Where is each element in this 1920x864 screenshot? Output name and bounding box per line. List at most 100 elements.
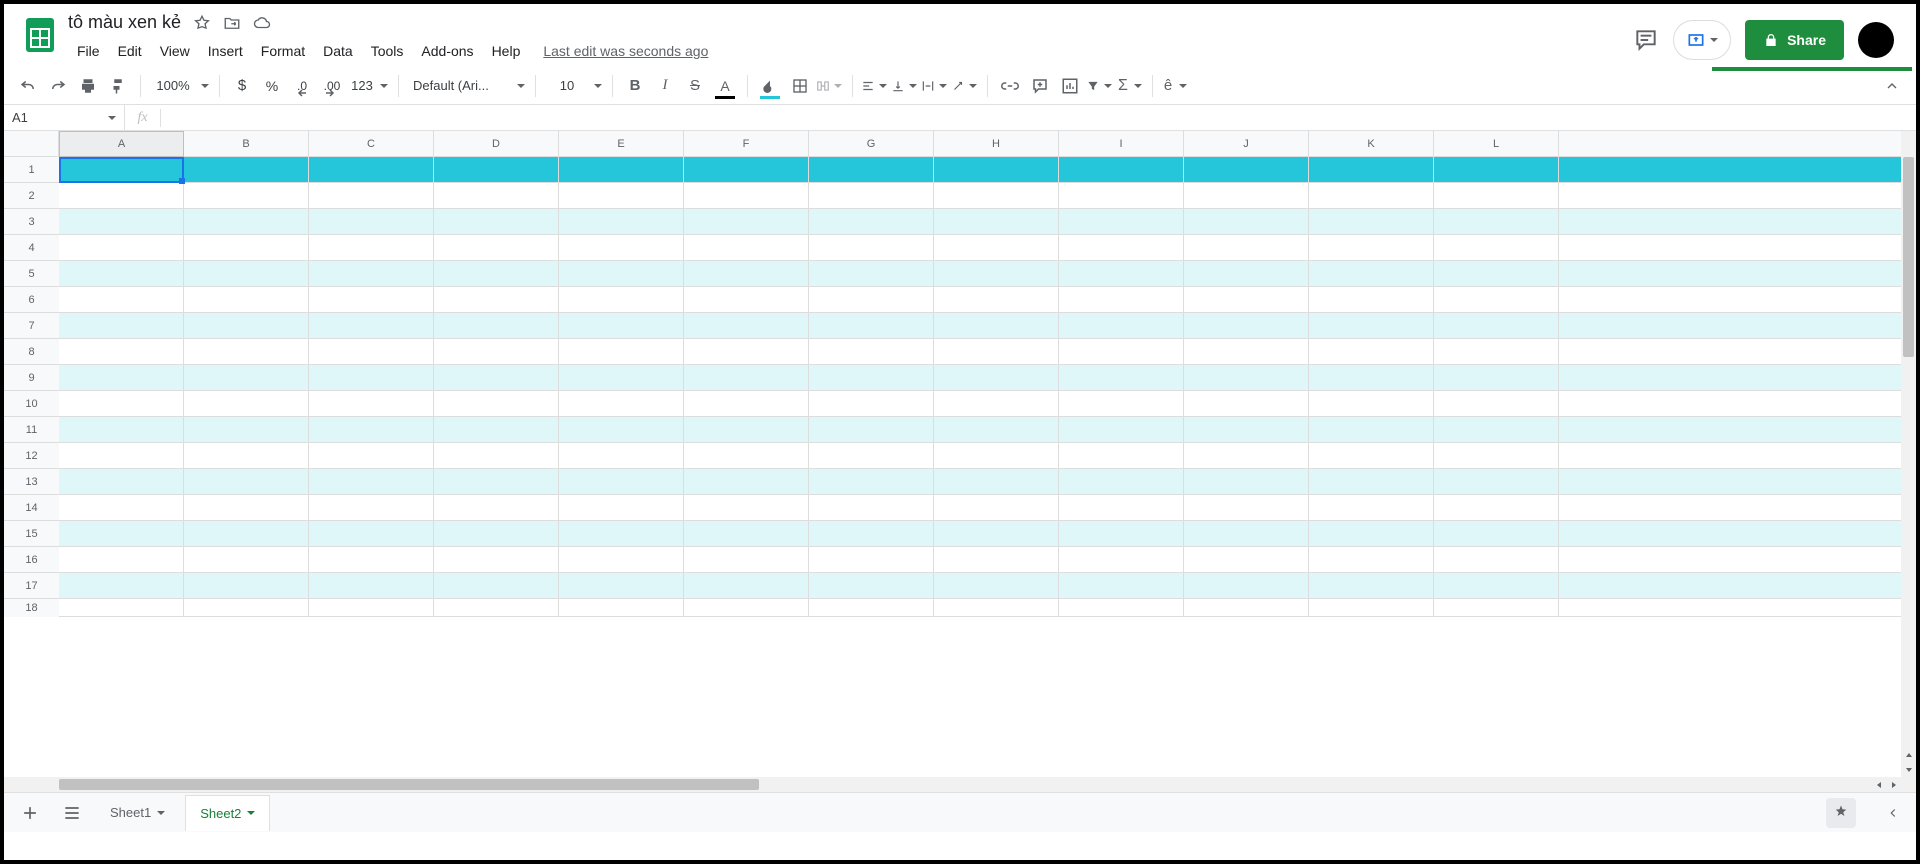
cell[interactable]	[309, 391, 434, 417]
cell[interactable]	[1059, 547, 1184, 573]
cell[interactable]	[1184, 547, 1309, 573]
cell[interactable]	[684, 469, 809, 495]
cell[interactable]	[1309, 469, 1434, 495]
fill-color-button[interactable]	[756, 72, 784, 100]
cell[interactable]	[434, 495, 559, 521]
comments-icon[interactable]	[1633, 27, 1659, 53]
cell[interactable]	[1434, 261, 1559, 287]
cell[interactable]	[309, 287, 434, 313]
row-header-6[interactable]: 6	[4, 287, 59, 313]
cell[interactable]	[1309, 157, 1434, 183]
cell[interactable]	[684, 391, 809, 417]
percent-button[interactable]: %	[258, 72, 286, 100]
font-family-dropdown[interactable]: Default (Ari...	[407, 72, 527, 100]
cell[interactable]	[559, 183, 684, 209]
doc-title[interactable]: tô màu xen kẻ	[68, 10, 181, 35]
cell[interactable]	[1434, 547, 1559, 573]
cell[interactable]	[1434, 495, 1559, 521]
vertical-align-dropdown[interactable]	[891, 72, 919, 100]
row-header-4[interactable]: 4	[4, 235, 59, 261]
cell[interactable]	[1309, 365, 1434, 391]
cell[interactable]	[1434, 391, 1559, 417]
cell[interactable]	[559, 287, 684, 313]
cell[interactable]	[1309, 495, 1434, 521]
row-header-18[interactable]: 18	[4, 599, 59, 617]
cell[interactable]	[1059, 521, 1184, 547]
text-rotation-dropdown[interactable]	[951, 72, 979, 100]
cell[interactable]	[1309, 521, 1434, 547]
cell[interactable]	[184, 495, 309, 521]
cell[interactable]	[1059, 339, 1184, 365]
cell[interactable]	[59, 495, 184, 521]
cell[interactable]	[309, 521, 434, 547]
cell[interactable]	[559, 573, 684, 599]
cell[interactable]	[1559, 521, 1916, 547]
cell[interactable]	[1184, 261, 1309, 287]
cell[interactable]	[559, 599, 684, 617]
cell[interactable]	[1434, 157, 1559, 183]
cell[interactable]	[809, 313, 934, 339]
cell[interactable]	[1309, 235, 1434, 261]
functions-dropdown[interactable]: Σ	[1116, 72, 1144, 100]
cell[interactable]	[1309, 573, 1434, 599]
cell[interactable]	[184, 313, 309, 339]
cell[interactable]	[1559, 547, 1916, 573]
cell[interactable]	[934, 521, 1059, 547]
col-header-G[interactable]: G	[809, 131, 934, 156]
cell[interactable]	[59, 235, 184, 261]
side-panel-toggle[interactable]	[1878, 798, 1908, 828]
menu-help[interactable]: Help	[483, 39, 530, 63]
sheets-logo[interactable]	[20, 14, 60, 54]
present-button[interactable]	[1673, 20, 1731, 60]
cell[interactable]	[559, 235, 684, 261]
col-header-C[interactable]: C	[309, 131, 434, 156]
bold-button[interactable]: B	[621, 72, 649, 100]
menu-addons[interactable]: Add-ons	[412, 39, 482, 63]
cell[interactable]	[684, 443, 809, 469]
cell[interactable]	[1059, 183, 1184, 209]
cell[interactable]	[1059, 157, 1184, 183]
cell[interactable]	[1059, 235, 1184, 261]
cell[interactable]	[559, 547, 684, 573]
cell[interactable]	[309, 313, 434, 339]
cell[interactable]	[184, 183, 309, 209]
cell[interactable]	[184, 261, 309, 287]
row-header-17[interactable]: 17	[4, 573, 59, 599]
cell[interactable]	[934, 443, 1059, 469]
cell[interactable]	[559, 391, 684, 417]
row-header-7[interactable]: 7	[4, 313, 59, 339]
cell[interactable]	[1184, 365, 1309, 391]
cell[interactable]	[1559, 235, 1916, 261]
cell[interactable]	[59, 157, 184, 183]
row-header-11[interactable]: 11	[4, 417, 59, 443]
cell[interactable]	[809, 599, 934, 617]
cell[interactable]	[59, 469, 184, 495]
cell[interactable]	[1434, 339, 1559, 365]
cell[interactable]	[1309, 339, 1434, 365]
cell[interactable]	[184, 573, 309, 599]
cell[interactable]	[1184, 313, 1309, 339]
vertical-scrollbar[interactable]	[1901, 131, 1916, 777]
cell[interactable]	[684, 365, 809, 391]
cell[interactable]	[934, 417, 1059, 443]
cell[interactable]	[1184, 183, 1309, 209]
cell[interactable]	[434, 235, 559, 261]
cell[interactable]	[934, 209, 1059, 235]
cell[interactable]	[59, 547, 184, 573]
col-header-I[interactable]: I	[1059, 131, 1184, 156]
cell[interactable]	[1434, 313, 1559, 339]
cell[interactable]	[809, 547, 934, 573]
cell[interactable]	[1184, 573, 1309, 599]
cell[interactable]	[1434, 599, 1559, 617]
cell[interactable]	[934, 391, 1059, 417]
cell[interactable]	[309, 261, 434, 287]
row-header-2[interactable]: 2	[4, 183, 59, 209]
insert-link-button[interactable]	[996, 72, 1024, 100]
row-header-8[interactable]: 8	[4, 339, 59, 365]
italic-button[interactable]: I	[651, 72, 679, 100]
cell[interactable]	[809, 287, 934, 313]
cell[interactable]	[684, 495, 809, 521]
cell[interactable]	[59, 313, 184, 339]
cell[interactable]	[1184, 469, 1309, 495]
cell[interactable]	[309, 339, 434, 365]
